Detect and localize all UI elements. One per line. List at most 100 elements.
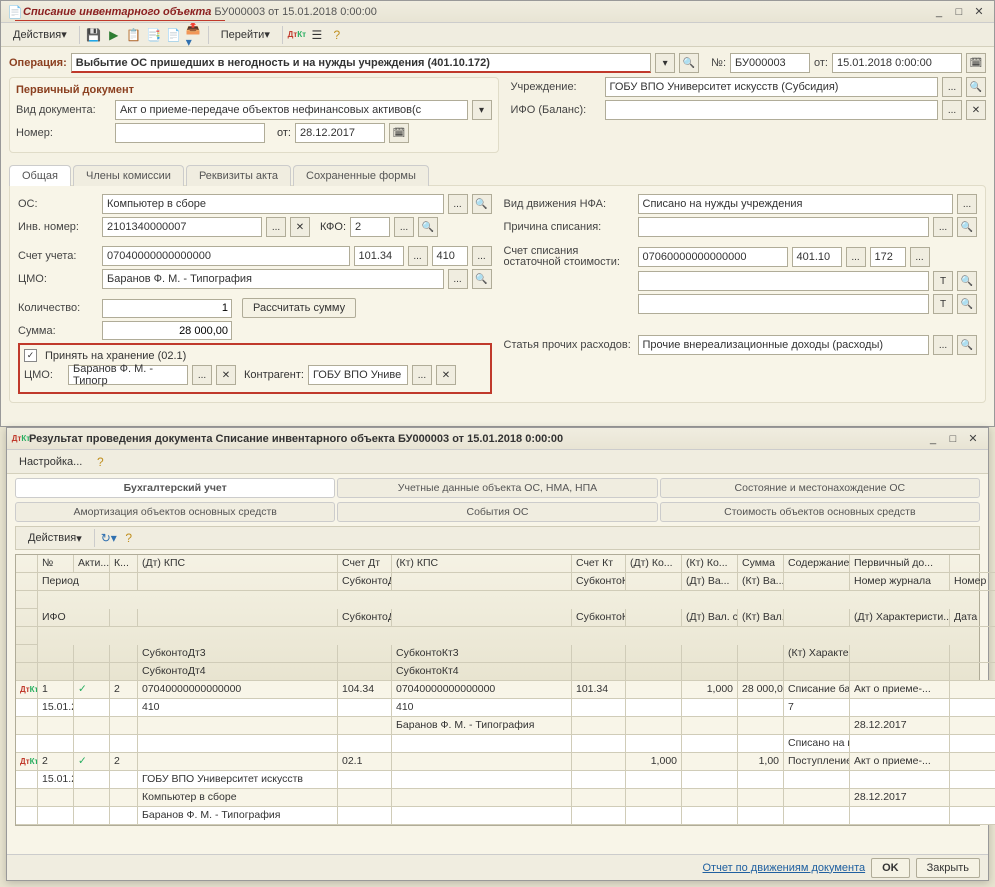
result-grid[interactable]: №Акти...К...(Дт) КПССчет Дт(Кт) КПССчет … <box>15 554 980 826</box>
res-close-icon[interactable]: ✕ <box>964 431 982 447</box>
os-more-icon[interactable]: ... <box>448 194 468 214</box>
calc-button[interactable]: Рассчитать сумму <box>242 298 356 318</box>
contr-more-icon[interactable]: ... <box>412 365 432 385</box>
acc3-more-icon[interactable]: ... <box>472 246 492 266</box>
inv-more-icon[interactable]: ... <box>266 217 286 237</box>
goto-menu[interactable]: Перейти ▾ <box>215 25 276 45</box>
op-search-icon[interactable]: 🔍 <box>679 53 699 73</box>
tab-general[interactable]: Общая <box>9 165 71 186</box>
grid-actions-menu[interactable]: Действия ▾ <box>22 528 88 548</box>
restab-amort[interactable]: Амортизация объектов основных средств <box>15 502 335 522</box>
reason-more-icon[interactable]: ... <box>933 217 953 237</box>
res-help-icon[interactable]: ? <box>92 454 108 470</box>
restab-events[interactable]: События ОС <box>337 502 657 522</box>
close-icon[interactable]: ✕ <box>970 4 988 20</box>
help-icon[interactable]: ? <box>329 27 345 43</box>
kfo-field[interactable]: 2 <box>350 217 390 237</box>
sum-field[interactable] <box>102 321 232 340</box>
reason-field[interactable] <box>638 217 930 237</box>
op-dropdown-icon[interactable]: ▾ <box>655 53 675 73</box>
docdate-field[interactable]: 28.12.2017 <box>295 123 385 143</box>
export-icon[interactable]: 📤▾ <box>186 27 202 43</box>
copy-icon[interactable]: 📑 <box>146 27 162 43</box>
restab-cost[interactable]: Стоимость объектов основных средств <box>660 502 980 522</box>
kfo-more-icon[interactable]: ... <box>394 217 414 237</box>
print-icon[interactable]: 📄 <box>166 27 182 43</box>
acc-field3[interactable]: 410 <box>432 246 468 266</box>
grid-refresh-icon[interactable]: ↻▾ <box>101 530 117 546</box>
wracc3-field[interactable]: 172 <box>870 247 906 267</box>
restab-status[interactable]: Состояние и местонахождение ОС <box>660 478 980 498</box>
move-field[interactable]: Списано на нужды учреждения <box>638 194 954 214</box>
restab-accounting[interactable]: Бухгалтерский учет <box>15 478 335 498</box>
extra2-t-icon[interactable]: T <box>933 294 953 314</box>
extra1-field[interactable] <box>638 271 930 291</box>
tab-commission[interactable]: Члены комиссии <box>73 165 184 186</box>
list-icon[interactable]: ☰ <box>309 27 325 43</box>
dtkt-icon[interactable]: ДтКт <box>289 27 305 43</box>
calendar-icon[interactable]: 🗓 <box>966 53 986 73</box>
date-field[interactable]: 15.01.2018 0:00:00 <box>832 53 962 73</box>
wracc3-more-icon[interactable]: ... <box>910 247 930 267</box>
extra1-search-icon[interactable]: 🔍 <box>957 271 977 291</box>
report-link[interactable]: Отчет по движениям документа <box>703 862 866 874</box>
exp-field[interactable]: Прочие внереализационные доходы (расходы… <box>638 335 930 355</box>
inv-field[interactable]: 2101340000007 <box>102 217 262 237</box>
org-search-icon[interactable]: 🔍 <box>966 77 986 97</box>
cmo2-clear-icon[interactable]: ✕ <box>216 365 236 385</box>
exp-search-icon[interactable]: 🔍 <box>957 335 977 355</box>
qty-field[interactable] <box>102 299 232 318</box>
extra1-t-icon[interactable]: T <box>933 271 953 291</box>
store-checkbox[interactable]: ✓ <box>24 349 37 362</box>
acc-field2[interactable]: 101.34 <box>354 246 404 266</box>
acc-field1[interactable]: 07040000000000000 <box>102 246 350 266</box>
doctype-field[interactable]: Акт о приеме-передаче объектов нефинансо… <box>115 100 468 120</box>
maximize-icon[interactable]: □ <box>950 4 968 20</box>
tab-forms[interactable]: Сохраненные формы <box>293 165 429 186</box>
acc-label: Счет учета: <box>18 250 98 262</box>
exp-more-icon[interactable]: ... <box>933 335 953 355</box>
setup-button[interactable]: Настройка... <box>13 452 88 472</box>
minimize-icon[interactable]: _ <box>930 4 948 20</box>
org-field[interactable]: ГОБУ ВПО Университет искусств (Субсидия) <box>605 77 939 97</box>
docdate-cal-icon[interactable]: 🗓 <box>389 123 409 143</box>
wracc2-more-icon[interactable]: ... <box>846 247 866 267</box>
extra2-search-icon[interactable]: 🔍 <box>957 294 977 314</box>
contr-clear-icon[interactable]: ✕ <box>436 365 456 385</box>
num-field[interactable]: БУ000003 <box>730 53 810 73</box>
ifo-field[interactable] <box>605 100 939 120</box>
operation-field[interactable]: Выбытие ОС пришедших в негодность и на н… <box>71 53 651 73</box>
wracc1-field[interactable]: 07060000000000000 <box>638 247 788 267</box>
refresh-icon[interactable]: 📋 <box>126 27 142 43</box>
tab-act[interactable]: Реквизиты акта <box>186 165 291 186</box>
contr-field[interactable]: ГОБУ ВПО Униве <box>308 365 408 385</box>
grid-help-icon[interactable]: ? <box>121 530 137 546</box>
os-search-icon[interactable]: 🔍 <box>472 194 492 214</box>
post-icon[interactable]: ▶ <box>106 27 122 43</box>
cmo-more-icon[interactable]: ... <box>448 269 468 289</box>
restab-os-data[interactable]: Учетные данные объекта ОС, НМА, НПА <box>337 478 657 498</box>
cmo2-field[interactable]: Баранов Ф. М. - Типогр <box>68 365 188 385</box>
res-maximize-icon[interactable]: □ <box>944 431 962 447</box>
cmo-field[interactable]: Баранов Ф. М. - Типография <box>102 269 444 289</box>
ok-button[interactable]: OK <box>871 858 910 878</box>
wracc2-field[interactable]: 401.10 <box>792 247 842 267</box>
doctype-dropdown-icon[interactable]: ▾ <box>472 100 492 120</box>
ifo-more-icon[interactable]: ... <box>942 100 962 120</box>
acc2-more-icon[interactable]: ... <box>408 246 428 266</box>
save-icon[interactable]: 💾 <box>86 27 102 43</box>
os-field[interactable]: Компьютер в сборе <box>102 194 444 214</box>
cmo2-more-icon[interactable]: ... <box>192 365 212 385</box>
actions-menu[interactable]: Действия ▾ <box>7 25 73 45</box>
org-more-icon[interactable]: ... <box>942 77 962 97</box>
extra2-field[interactable] <box>638 294 930 314</box>
cmo-search-icon[interactable]: 🔍 <box>472 269 492 289</box>
docnum-field[interactable] <box>115 123 265 143</box>
inv-clear-icon[interactable]: ✕ <box>290 217 310 237</box>
move-more-icon[interactable]: ... <box>957 194 977 214</box>
close-button[interactable]: Закрыть <box>916 858 980 878</box>
res-minimize-icon[interactable]: _ <box>924 431 942 447</box>
reason-search-icon[interactable]: 🔍 <box>957 217 977 237</box>
kfo-search-icon[interactable]: 🔍 <box>418 217 438 237</box>
ifo-clear-icon[interactable]: ✕ <box>966 100 986 120</box>
